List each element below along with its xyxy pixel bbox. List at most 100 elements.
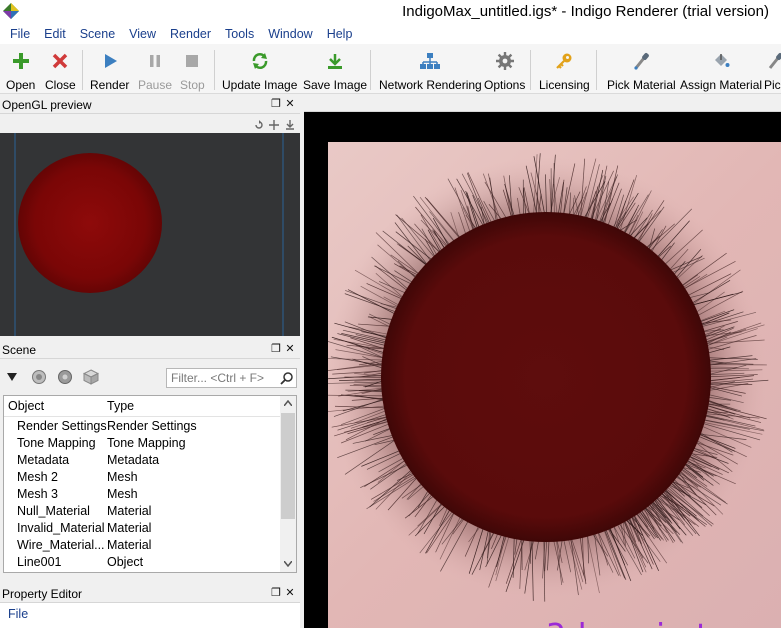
row-type: Material [107,521,152,535]
row-object: Mesh 3 [17,487,58,501]
scene-title: Scene [2,343,37,357]
options-button[interactable]: Options [484,48,525,92]
float-panel-icon[interactable]: ❐ [270,587,282,599]
row-object: Metadata [17,453,70,467]
row-type: Mesh [107,487,138,501]
move-view-icon[interactable] [269,120,279,130]
scene-scrollbar[interactable] [280,396,296,572]
property-editor-title-bar: Property Editor ❐ ✕ [0,585,300,603]
table-row[interactable]: Null_Material Material [4,503,280,520]
close-button[interactable]: Close [45,48,76,92]
row-type: Material [107,504,152,518]
watermark-text: 3dsociety.ru [546,616,781,628]
menu-window[interactable]: Window [261,27,319,41]
save-image-button[interactable]: Save Image [303,48,367,92]
arrow-down-icon[interactable] [285,120,295,130]
float-panel-icon[interactable]: ❐ [270,98,282,110]
network-rendering-label: Network Rendering [379,78,482,92]
scene-tree[interactable]: Object Type Render Settings Render Settin… [3,395,297,573]
pick-material-button[interactable]: Pick Material [607,48,676,92]
row-object: Null_Material [17,504,90,518]
sphere-body [381,212,711,542]
row-object: Render Settings [17,419,107,433]
render-button[interactable]: Render [90,48,129,92]
menu-edit[interactable]: Edit [37,27,73,41]
float-panel-icon[interactable]: ❐ [270,343,282,355]
table-row[interactable]: Tone Mapping Tone Mapping [4,435,280,452]
toolbar-separator [214,50,215,90]
row-object: Mesh 2 [17,470,58,484]
licensing-button[interactable]: Licensing [539,48,590,92]
update-image-label: Update Image [222,78,298,92]
menu-bar: File Edit Scene View Render Tools Window… [0,24,781,44]
stop-button[interactable]: Stop [180,48,205,92]
update-image-button[interactable]: Update Image [222,48,297,92]
open-label: Open [6,78,36,92]
opengl-preview-title-bar: OpenGL preview ❐ ✕ [0,96,300,114]
scene-filter-input[interactable]: Filter... <Ctrl + F> [166,368,297,388]
table-row[interactable]: Line001 Object [4,554,280,571]
download-icon [324,50,346,72]
eyedropper-icon [764,50,781,72]
play-icon [99,50,121,72]
table-row[interactable]: Mesh 3 Mesh [4,486,280,503]
scene-toolbar: Filter... <Ctrl + F> [0,360,300,394]
opengl-preview-title: OpenGL preview [2,98,92,112]
row-type: Render Settings [107,419,197,433]
close-panel-icon[interactable]: ✕ [284,587,296,599]
pause-button[interactable]: Pause [138,48,172,92]
opengl-viewport[interactable] [0,133,300,336]
cube-icon[interactable] [83,369,99,385]
viewport-edge [14,133,16,336]
row-type: Object [107,555,144,569]
scrollbar-thumb[interactable] [281,413,295,519]
toolbar-separator [82,50,83,90]
close-panel-icon[interactable]: ✕ [284,98,296,110]
menu-view[interactable]: View [122,27,163,41]
row-type: Material [107,538,152,552]
close-panel-icon[interactable]: ✕ [284,343,296,355]
property-editor-body: File [0,603,300,628]
assign-material-button[interactable]: Assign Material [680,48,762,92]
row-type: Tone Mapping [107,436,186,450]
menu-file[interactable]: File [3,27,37,41]
pick-overflow-button[interactable]: Pick [764,48,781,92]
table-row[interactable]: Wire_Material... Material [4,537,280,554]
scene-title-bar: Scene ❐ ✕ [0,341,300,359]
menu-scene[interactable]: Scene [73,27,122,41]
chevron-up-icon[interactable] [284,400,292,406]
dropdown-triangle-icon[interactable] [7,373,17,381]
render-view-header [304,96,781,112]
render-view[interactable]: 3dsociety.ru [304,112,781,628]
table-row[interactable]: Metadata Metadata [4,452,280,469]
fuzzy-sphere-render [328,153,769,602]
network-rendering-button[interactable]: Network Rendering [379,48,482,92]
pick-overflow-label: Pick [764,78,781,92]
menu-tools[interactable]: Tools [218,27,261,41]
search-icon[interactable] [280,371,294,385]
property-editor-title: Property Editor [2,587,83,601]
camera-icon[interactable] [31,369,47,385]
column-header-object[interactable]: Object [8,399,44,413]
light-icon[interactable] [57,369,73,385]
open-button[interactable]: Open [6,48,35,92]
column-header-type[interactable]: Type [107,399,134,413]
property-editor-file-menu[interactable]: File [8,607,28,621]
close-label: Close [45,78,76,92]
menu-render[interactable]: Render [163,27,218,41]
gear-icon [494,50,516,72]
pick-material-label: Pick Material [607,78,676,92]
row-type: Mesh [107,470,138,484]
pause-icon [144,50,166,72]
row-object: Tone Mapping [17,436,96,450]
table-row[interactable]: Render Settings Render Settings [4,418,280,435]
table-row[interactable]: Invalid_Material Material [4,520,280,537]
menu-help[interactable]: Help [320,27,360,41]
chevron-down-icon[interactable] [284,561,292,567]
title-bar: IndigoMax_untitled.igs* - Indigo Rendere… [0,0,781,24]
plus-icon [10,50,32,72]
viewport-edge [282,133,284,336]
window-title: IndigoMax_untitled.igs* - Indigo Rendere… [402,3,769,20]
table-row[interactable]: Mesh 2 Mesh [4,469,280,486]
reset-view-icon[interactable] [254,120,264,130]
